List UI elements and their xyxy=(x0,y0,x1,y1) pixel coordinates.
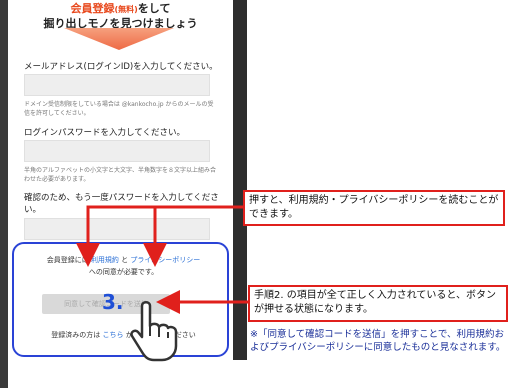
banner-free-tag: (無料) xyxy=(114,5,138,14)
login-link[interactable]: こちら xyxy=(103,331,124,339)
password-label: ログインパスワードを入力してください。 xyxy=(24,128,185,138)
password-confirm-label: 確認のため、もう一度パスワードを入力してください。 xyxy=(24,193,219,215)
login-prefix: 登録済みの方は xyxy=(51,331,101,339)
pointing-hand-icon xyxy=(130,301,178,362)
step-number: 3. xyxy=(102,290,124,314)
callout-links: 押すと、利用規約・プライバシーポリシーを読むことができます。 xyxy=(243,190,505,226)
consent-text: 会員登録には 利用規約 と プライバシーポリシー への同意が必要です。 xyxy=(26,254,221,278)
consent-section: 会員登録には 利用規約 と プライバシーポリシー への同意が必要です。 同意して… xyxy=(12,242,229,357)
email-label: メールアドレス(ログインID)を入力してください。 xyxy=(24,62,218,72)
backdrop-left xyxy=(0,0,8,388)
login-prompt: 登録済みの方は こちら からログインください xyxy=(26,330,221,340)
consent-prefix: 会員登録には xyxy=(46,256,89,264)
signup-screen: 会員登録(無料)をして 掘り出しモノを見つけましょう メールアドレス(ログインI… xyxy=(8,0,233,362)
footnote: ※「同意して確認コードを送信」を押すことで、利用規約およびプライバシーポリシーに… xyxy=(250,329,506,353)
callout-button: 手順2. の項目が全て正しく入力されていると、ボタンが押せる状態になります。 xyxy=(248,285,508,322)
banner-highlight: 会員登録 xyxy=(70,2,115,15)
backdrop-right xyxy=(233,0,247,360)
email-field[interactable] xyxy=(24,74,210,96)
email-note: ドメイン受信制限をしている場合は @kankocho.jp からのメールの受信を… xyxy=(24,101,214,117)
password-field[interactable] xyxy=(24,140,210,162)
signup-banner: 会員登録(無料)をして 掘り出しモノを見つけましょう xyxy=(8,0,233,31)
password-note: 半角のアルファベットの小文字と大文字、半角数字を８文字以上組み合わせた必要があり… xyxy=(24,167,216,183)
password-confirm-field[interactable] xyxy=(24,218,210,240)
banner-line1-rest: をして xyxy=(137,2,171,15)
consent-suffix: への同意が必要です。 xyxy=(88,268,159,276)
banner-down-arrow-icon xyxy=(64,28,174,50)
consent-and: と xyxy=(121,256,129,264)
terms-link[interactable]: 利用規約 xyxy=(91,256,119,264)
privacy-policy-link[interactable]: プライバシーポリシー xyxy=(130,256,200,264)
